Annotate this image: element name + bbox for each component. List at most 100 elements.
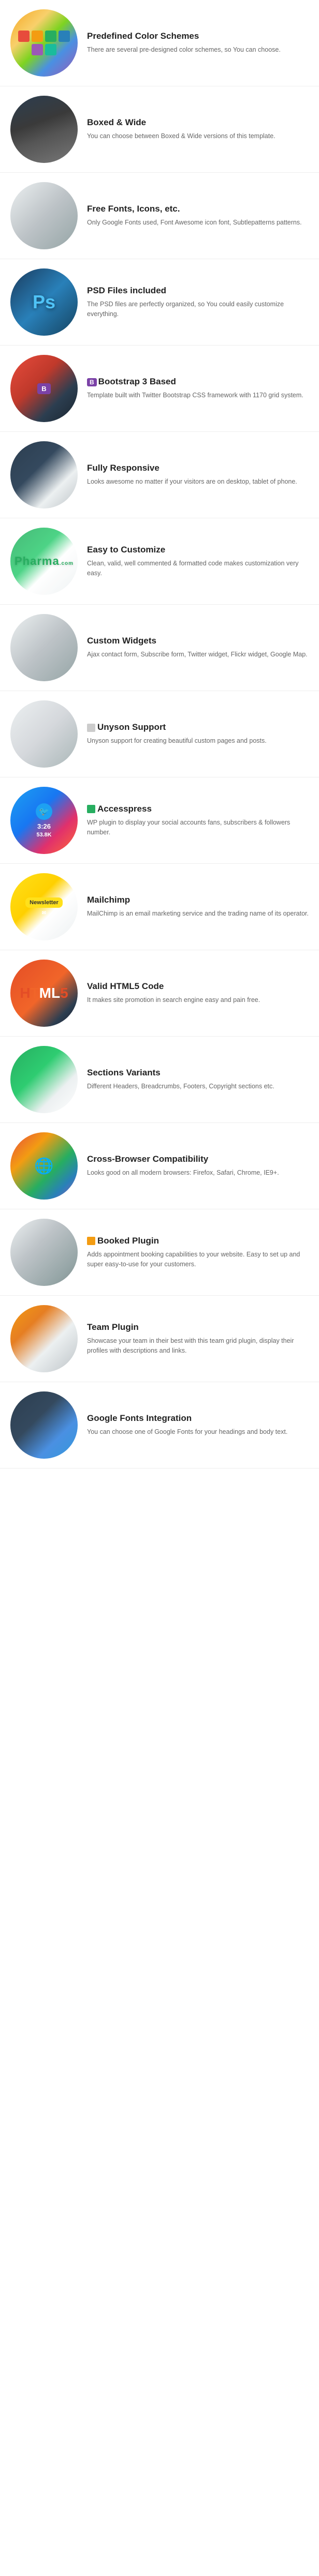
feature-desc-boxed-wide: You can choose between Boxed & Wide vers… (87, 131, 309, 141)
feature-title-team: Team Plugin (87, 1322, 309, 1332)
feature-item-widgets: Custom Widgets Ajax contact form, Subscr… (0, 605, 319, 691)
color-swatch (18, 31, 30, 42)
feature-image-inner (10, 441, 78, 508)
feature-image-html5: HTML5 (10, 960, 78, 1027)
feature-desc-unyson: Unyson support for creating beautiful cu… (87, 736, 309, 746)
color-swatch (59, 31, 70, 42)
feature-item-booked: Booked Plugin Adds appointment booking c… (0, 1209, 319, 1296)
feature-content-boxed-wide: Boxed & Wide You can choose between Boxe… (87, 117, 309, 141)
feature-image-inner (10, 182, 78, 249)
feature-image-crossbrowser: 🌐 (10, 1132, 78, 1200)
feature-image-responsive (10, 441, 78, 508)
feature-content-responsive: Fully Responsive Looks awesome no matter… (87, 463, 309, 487)
feature-item-accesspress: 🐦 3:2653.8K Accesspress WP plugin to dis… (0, 777, 319, 864)
feature-item-googlefonts: Google Fonts Integration You can choose … (0, 1382, 319, 1469)
color-swatch (45, 31, 56, 42)
feature-image-team (10, 1305, 78, 1372)
feature-image-widgets (10, 614, 78, 681)
newsletter-label: Newsletter (25, 897, 63, 908)
feature-desc-psd-files: The PSD files are perfectly organized, s… (87, 299, 309, 319)
feature-content-crossbrowser: Cross-Browser Compatibility Looks good o… (87, 1154, 309, 1178)
feature-title-bootstrap: BBootstrap 3 Based (87, 377, 309, 387)
feature-image-psd-files: Ps (10, 268, 78, 336)
feature-image-bootstrap: B (10, 355, 78, 422)
feature-item-unyson: Unyson Support Unyson support for creati… (0, 691, 319, 777)
feature-desc-bootstrap: Template built with Twitter Bootstrap CS… (87, 391, 309, 400)
feature-item-boxed-wide: Boxed & Wide You can choose between Boxe… (0, 86, 319, 173)
bootstrap-icon: B (87, 378, 97, 386)
feature-content-unyson: Unyson Support Unyson support for creati… (87, 722, 309, 746)
accesspress-icon (87, 805, 95, 813)
feature-image-inner (10, 1046, 78, 1113)
feature-desc-free-fonts: Only Google Fonts used, Font Awesome ico… (87, 218, 309, 228)
feature-desc-sections: Different Headers, Breadcrumbs, Footers,… (87, 1082, 309, 1091)
feature-content-googlefonts: Google Fonts Integration You can choose … (87, 1413, 309, 1437)
feature-item-responsive: Fully Responsive Looks awesome no matter… (0, 432, 319, 518)
feature-title-accesspress: Accesspress (87, 804, 309, 814)
feature-title-free-fonts: Free Fonts, Icons, etc. (87, 204, 309, 214)
feature-item-mailchimp: Newsletter ✉ Mailchimp MailChimp is an e… (0, 864, 319, 950)
feature-title-boxed-wide: Boxed & Wide (87, 117, 309, 128)
feature-image-color-schemes (10, 9, 78, 77)
feature-item-free-fonts: Free Fonts, Icons, etc. Only Google Font… (0, 173, 319, 259)
feature-content-team: Team Plugin Showcase your team in their … (87, 1322, 309, 1356)
feature-content-widgets: Custom Widgets Ajax contact form, Subscr… (87, 636, 309, 660)
feature-title-mailchimp: Mailchimp (87, 895, 309, 905)
feature-desc-color-schemes: There are several pre-designed color sch… (87, 45, 309, 55)
feature-desc-googlefonts: You can choose one of Google Fonts for y… (87, 1427, 309, 1437)
color-swatch (32, 31, 43, 42)
feature-item-customize: Pharma.com Easy to Customize Clean, vali… (0, 518, 319, 605)
color-swatch (45, 44, 56, 55)
feature-content-color-schemes: Predefined Color Schemes There are sever… (87, 31, 309, 55)
feature-item-psd-files: Ps PSD Files included The PSD files are … (0, 259, 319, 346)
feature-content-free-fonts: Free Fonts, Icons, etc. Only Google Font… (87, 204, 309, 228)
feature-image-customize: Pharma.com (10, 528, 78, 595)
feature-image-inner (10, 1219, 78, 1286)
chrome-icon: 🌐 (34, 1157, 53, 1175)
feature-image-unyson (10, 700, 78, 768)
feature-desc-mailchimp: MailChimp is an email marketing service … (87, 909, 309, 919)
feature-desc-html5: It makes site promotion in search engine… (87, 995, 309, 1005)
feature-title-booked: Booked Plugin (87, 1236, 309, 1246)
feature-image-booked (10, 1219, 78, 1286)
feature-image-mailchimp: Newsletter ✉ (10, 873, 78, 940)
feature-item-team: Team Plugin Showcase your team in their … (0, 1296, 319, 1382)
feature-title-unyson: Unyson Support (87, 722, 309, 732)
feature-title-crossbrowser: Cross-Browser Compatibility (87, 1154, 309, 1164)
feature-title-sections: Sections Variants (87, 1068, 309, 1078)
bootstrap-badge: B (37, 383, 50, 394)
color-palette (10, 25, 78, 61)
color-swatch (32, 44, 43, 55)
feature-title-psd-files: PSD Files included (87, 286, 309, 296)
feature-title-widgets: Custom Widgets (87, 636, 309, 646)
feature-image-accesspress: 🐦 3:2653.8K (10, 787, 78, 854)
feature-desc-team: Showcase your team in their best with th… (87, 1336, 309, 1356)
feature-content-bootstrap: BBootstrap 3 Based Template built with T… (87, 377, 309, 400)
feature-item-bootstrap: B BBootstrap 3 Based Template built with… (0, 346, 319, 432)
feature-item-html5: HTML5 Valid HTML5 Code It makes site pro… (0, 950, 319, 1037)
feature-image-inner (10, 1305, 78, 1372)
feature-image-sections (10, 1046, 78, 1113)
feature-desc-booked: Adds appointment booking capabilities to… (87, 1250, 309, 1269)
feature-content-mailchimp: Mailchimp MailChimp is an email marketin… (87, 895, 309, 919)
ps-icon: Ps (33, 291, 55, 313)
feature-content-psd-files: PSD Files included The PSD files are per… (87, 286, 309, 319)
feature-content-accesspress: Accesspress WP plugin to display your so… (87, 804, 309, 837)
feature-title-customize: Easy to Customize (87, 545, 309, 555)
html5-badge: HTML5 (20, 985, 68, 1001)
feature-item-sections: Sections Variants Different Headers, Bre… (0, 1037, 319, 1123)
unyson-icon (87, 724, 95, 732)
feature-image-inner (10, 614, 78, 681)
feature-desc-accesspress: WP plugin to display your social account… (87, 818, 309, 837)
feature-item-color-schemes: Predefined Color Schemes There are sever… (0, 0, 319, 86)
feature-image-boxed-wide (10, 96, 78, 163)
follower-count: 3:2653.8K (37, 822, 52, 838)
feature-content-html5: Valid HTML5 Code It makes site promotion… (87, 981, 309, 1005)
mailchimp-icon: ✉ (42, 910, 46, 916)
feature-content-customize: Easy to Customize Clean, valid, well com… (87, 545, 309, 578)
feature-desc-customize: Clean, valid, well commented & formatted… (87, 559, 309, 578)
feature-desc-widgets: Ajax contact form, Subscribe form, Twitt… (87, 650, 309, 660)
feature-content-booked: Booked Plugin Adds appointment booking c… (87, 1236, 309, 1269)
twitter-icon: 🐦 (36, 803, 52, 820)
feature-desc-crossbrowser: Looks good on all modern browsers: Firef… (87, 1168, 309, 1178)
